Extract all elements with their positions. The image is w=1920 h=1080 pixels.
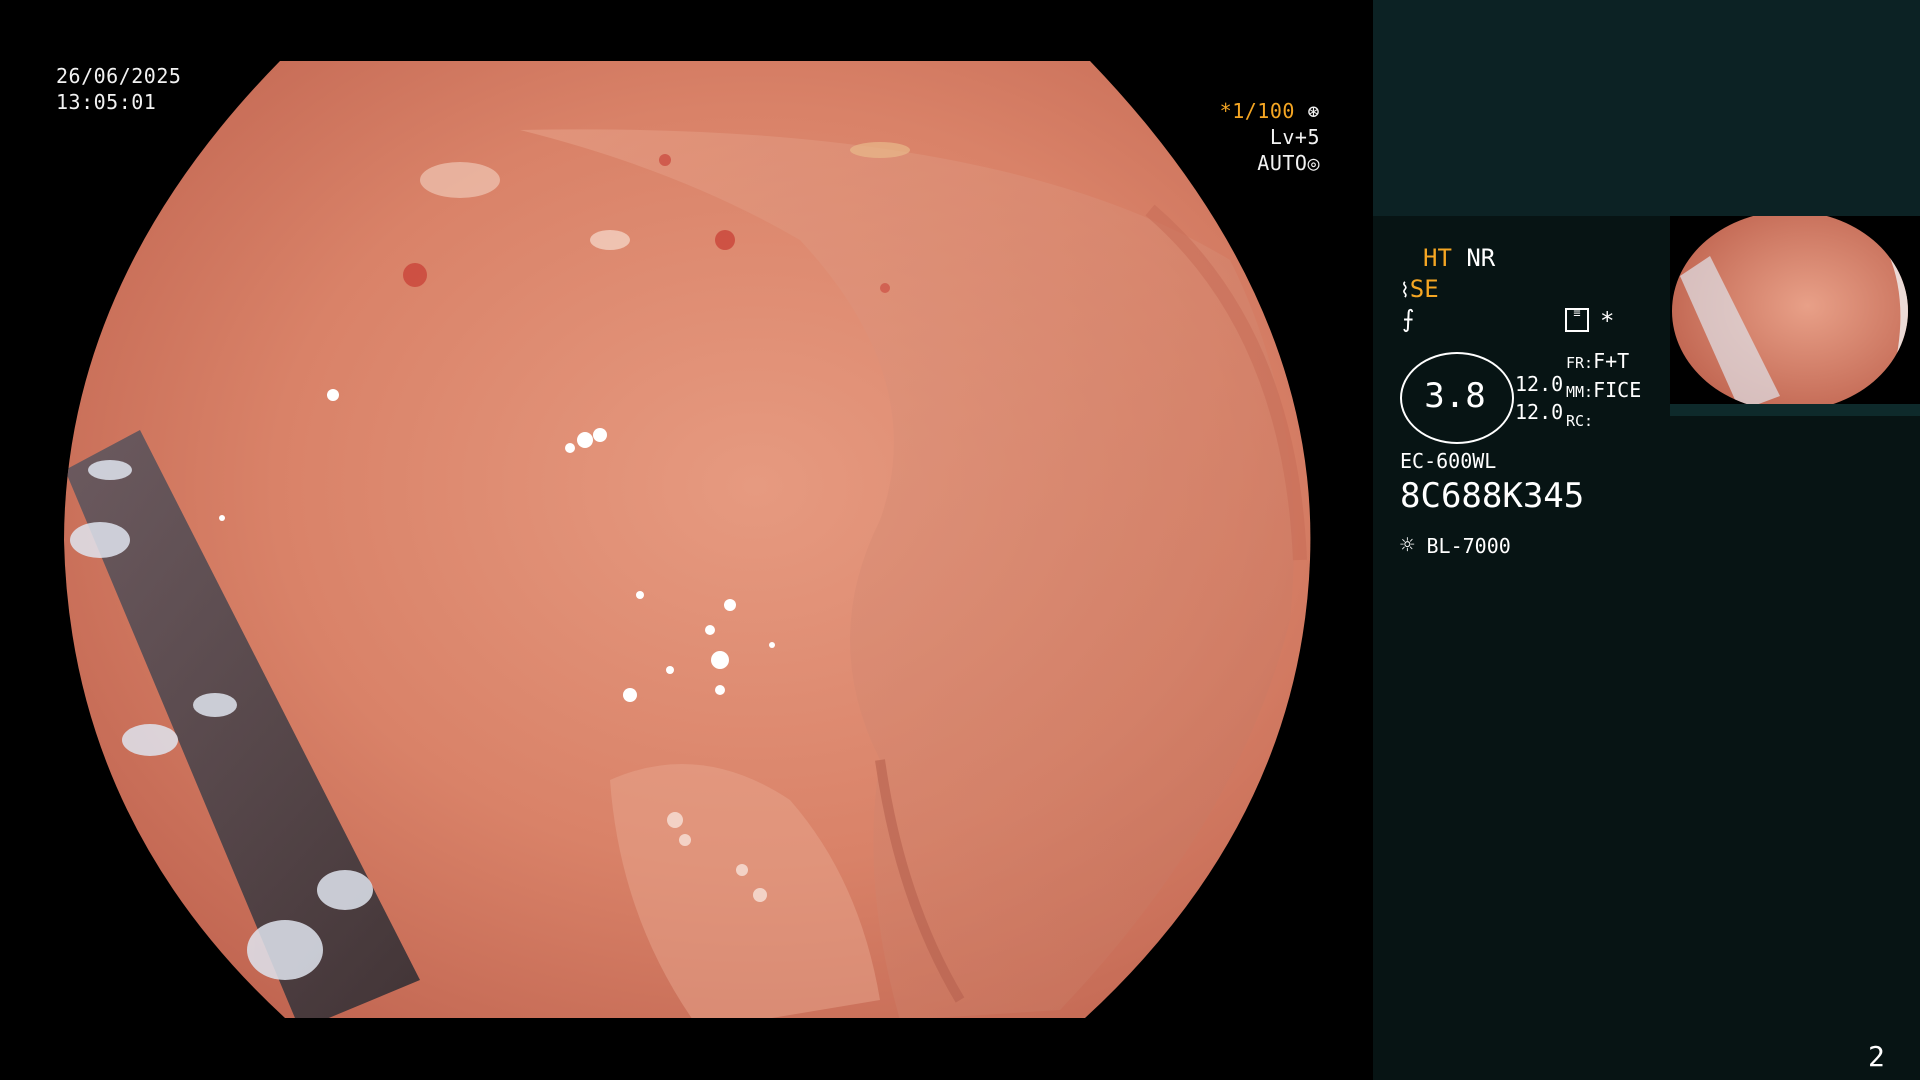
endoscopic-image xyxy=(64,61,1311,1018)
thumbnail-bar xyxy=(1670,404,1920,416)
iris-icon: ◎ xyxy=(1307,151,1320,175)
gain-values: 12.0 12.0 xyxy=(1515,370,1563,426)
light-source-label: BL-7000 xyxy=(1426,534,1511,558)
shutter-speed: *1/100 xyxy=(1219,99,1295,123)
page-number: 2 xyxy=(1868,1040,1885,1073)
endoscope-video xyxy=(0,0,1373,1080)
settings-icon: ≡ xyxy=(1565,307,1589,332)
light-source: ☼ BL-7000 xyxy=(1400,531,1511,559)
brightness-level: Lv+5 xyxy=(1269,125,1320,149)
capture-thumbnail[interactable] xyxy=(1670,216,1920,416)
fr-value: F+T xyxy=(1593,349,1630,373)
ht-indicator: HT xyxy=(1423,244,1452,272)
mm-value: FICE xyxy=(1593,378,1642,402)
structure-enhancement: ⌇SE xyxy=(1400,274,1439,305)
freeze-icon: ⨍ xyxy=(1402,305,1415,333)
aperture-icon: ⊛ xyxy=(1307,99,1320,123)
timestamp: 26/06/2025 13:05:01 xyxy=(56,63,181,115)
side-panel-header xyxy=(1373,0,1920,216)
exposure-info: *1/100 ⊛ Lv+5 AUTO◎ xyxy=(1200,98,1320,176)
se-indicator: SE xyxy=(1409,275,1439,303)
gain-value-2: 12.0 xyxy=(1515,400,1564,424)
rc-label: RC: xyxy=(1566,412,1594,430)
enhancement-settings: HT NR xyxy=(1423,243,1495,273)
zoom-value: 3.8 xyxy=(1424,376,1486,416)
fr-label: FR: xyxy=(1566,354,1594,372)
scope-serial: 8C688K345 xyxy=(1400,476,1585,516)
mm-label: MM: xyxy=(1566,383,1594,401)
nr-indicator: NR xyxy=(1466,244,1496,272)
date-label: 26/06/2025 xyxy=(56,64,182,88)
asterisk-indicator: * xyxy=(1600,307,1615,335)
light-icon: ☼ xyxy=(1400,531,1415,559)
mode-settings: FR:F+T MM:FICE RC: xyxy=(1566,348,1641,435)
exposure-mode: AUTO xyxy=(1257,151,1308,175)
gain-value-1: 12.0 xyxy=(1515,372,1564,396)
time-label: 13:05:01 xyxy=(56,90,157,114)
scope-icon: ⌇ xyxy=(1400,278,1410,302)
thumbnail-image xyxy=(1672,216,1908,411)
scope-model: EC-600WL xyxy=(1400,449,1497,473)
